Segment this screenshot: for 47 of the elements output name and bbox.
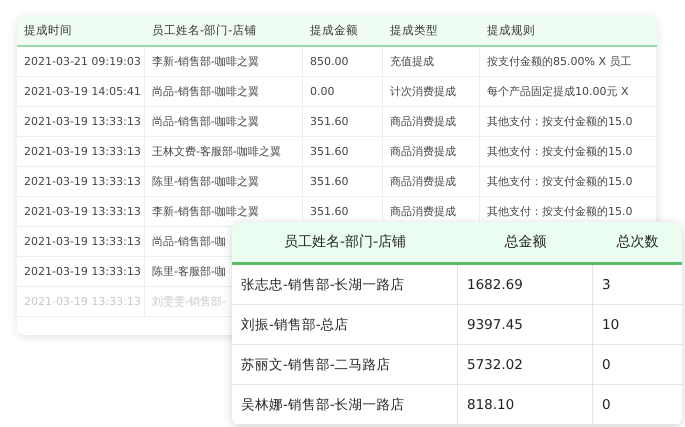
table-cell: 充值提成 <box>383 47 480 77</box>
table-cell: 9397.45 <box>458 305 593 345</box>
column-header: 提成时间 <box>23 22 73 38</box>
table-cell: 0 <box>593 385 682 425</box>
table-cell: 2021-03-19 13:33:13 <box>17 167 145 197</box>
table-cell: 尚品-销售部-咖啡之翼 <box>145 107 303 137</box>
table-cell: 0.00 <box>303 77 383 107</box>
column-header: 总金额 <box>504 233 548 252</box>
table-cell: 苏丽文-销售部-二马路店 <box>232 345 458 385</box>
table-cell: 351.60 <box>303 167 383 197</box>
table-cell: 850.00 <box>303 47 383 77</box>
table-cell: 1682.69 <box>458 265 593 305</box>
table-cell: 商品消费提成 <box>383 167 480 197</box>
table-cell: 每个产品固定提成10.00元 X <box>480 77 657 107</box>
table-cell: 按支付金额的85.00% X 员工 <box>480 47 657 77</box>
table-cell: 李新-销售部-咖啡之翼 <box>145 47 303 77</box>
table-cell: 2021-03-19 13:33:13 <box>17 257 145 287</box>
table-cell: 其他支付：按支付金额的15.0 <box>480 107 657 137</box>
table-cell: 5732.02 <box>458 345 593 385</box>
table-cell: 2021-03-19 14:05:41 <box>17 77 145 107</box>
table-cell: 计次消费提成 <box>383 77 480 107</box>
table-cell: 10 <box>593 305 682 345</box>
table-cell: 818.10 <box>458 385 593 425</box>
table-cell: 商品消费提成 <box>383 107 480 137</box>
table-cell: 尚品-销售部-咖啡之翼 <box>145 77 303 107</box>
table-cell: 商品消费提成 <box>383 137 480 167</box>
table-cell: 2021-03-21 09:19:03 <box>17 47 145 77</box>
column-header: 员工姓名-部门-店铺 <box>151 22 258 38</box>
table-cell: 3 <box>593 265 682 305</box>
column-header: 提成规则 <box>486 22 536 38</box>
table-cell: 其他支付：按支付金额的15.0 <box>480 137 657 167</box>
table-cell: 0 <box>593 345 682 385</box>
column-header: 总次数 <box>616 233 660 252</box>
table-cell: 张志忠-销售部-长湖一路店 <box>232 265 458 305</box>
table-cell: 2021-03-19 13:33:13 <box>17 227 145 257</box>
table-cell: 陈里-销售部-咖啡之翼 <box>145 167 303 197</box>
table-cell: 2021-03-19 13:33:13 <box>17 107 145 137</box>
table-cell: 王林文费-客服部-咖啡之翼 <box>145 137 303 167</box>
table-cell: 2021-03-19 13:33:13 <box>17 137 145 167</box>
table-cell: 其他支付：按支付金额的15.0 <box>480 167 657 197</box>
table-cell: 351.60 <box>303 137 383 167</box>
column-header: 提成金额 <box>309 22 359 38</box>
table-cell: 2021-03-19 13:33:13 <box>17 197 145 227</box>
column-header: 提成类型 <box>389 22 439 38</box>
table-cell: 刘振-销售部-总店 <box>232 305 458 345</box>
table-cell: 吴林娜-销售部-长湖一路店 <box>232 385 458 425</box>
table-cell: 351.60 <box>303 107 383 137</box>
